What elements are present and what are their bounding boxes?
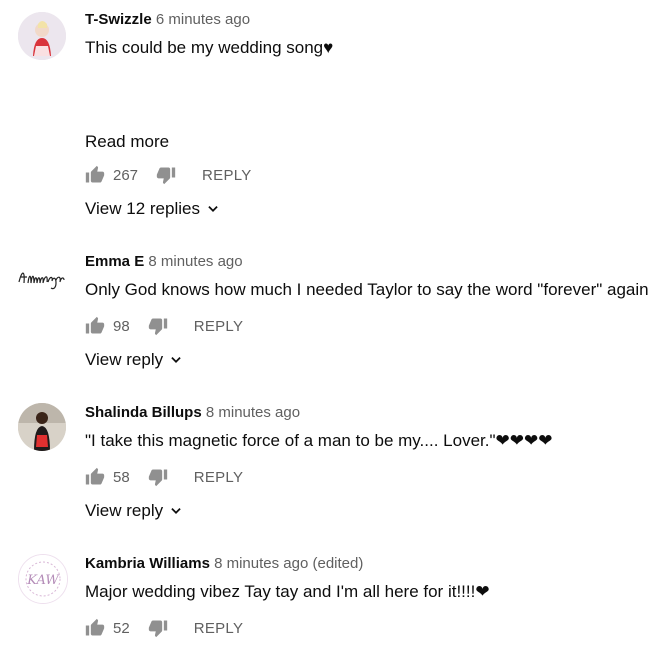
view-reply-button[interactable]: View reply bbox=[85, 501, 183, 521]
thumbs-down-icon[interactable] bbox=[148, 467, 168, 487]
thumbs-down-icon[interactable] bbox=[148, 618, 168, 638]
thumbs-down-icon[interactable] bbox=[148, 316, 168, 336]
chevron-down-icon bbox=[208, 206, 218, 212]
chevron-down-icon bbox=[171, 508, 181, 514]
thumbs-up-icon[interactable] bbox=[85, 467, 105, 487]
comment-text: "I take this magnetic force of a man to … bbox=[85, 431, 553, 450]
comment-header: T-Swizzle 6 minutes ago bbox=[85, 10, 650, 30]
comment-text: Major wedding vibez Tay tay and I'm all … bbox=[85, 582, 490, 601]
comment-text: This could be my wedding song♥ bbox=[85, 38, 334, 57]
like-count: 52 bbox=[113, 619, 130, 637]
view-replies-label: View 12 replies bbox=[85, 199, 200, 218]
reply-button[interactable]: REPLY bbox=[202, 167, 252, 184]
view-reply-button[interactable]: View reply bbox=[85, 350, 183, 370]
comment-time[interactable]: 6 minutes ago bbox=[156, 11, 250, 28]
comment-time[interactable]: 8 minutes ago bbox=[206, 404, 300, 421]
comment-item: Shalinda Billups 8 minutes ago "I take t… bbox=[0, 391, 660, 541]
view-replies-label: View reply bbox=[85, 350, 164, 369]
comment-header: Kambria Williams 8 minutes ago (edited) bbox=[85, 554, 650, 574]
author-name[interactable]: Emma E bbox=[85, 253, 144, 270]
thumbs-up-icon[interactable] bbox=[85, 165, 105, 185]
reply-button[interactable]: REPLY bbox=[194, 620, 244, 637]
like-count: 58 bbox=[113, 468, 130, 486]
comment-actions: 98 REPLY bbox=[85, 314, 243, 338]
comment-actions: 52 REPLY bbox=[85, 616, 243, 640]
avatar[interactable] bbox=[18, 250, 66, 298]
comment-item: Emma E 8 minutes ago Only God knows how … bbox=[0, 240, 660, 390]
reply-button[interactable]: REPLY bbox=[194, 469, 244, 486]
chevron-down-icon bbox=[171, 357, 181, 363]
comment-actions: 58 REPLY bbox=[85, 465, 243, 489]
comment-item: KAW Kambria Williams 8 minutes ago (edit… bbox=[0, 542, 660, 653]
view-replies-button[interactable]: View 12 replies bbox=[85, 199, 220, 219]
comment-time[interactable]: 8 minutes ago (edited) bbox=[214, 555, 363, 572]
author-name[interactable]: T-Swizzle bbox=[85, 11, 152, 28]
thumbs-up-icon[interactable] bbox=[85, 316, 105, 336]
thumbs-up-icon[interactable] bbox=[85, 618, 105, 638]
like-count: 98 bbox=[113, 317, 130, 335]
comment-text: Only God knows how much I needed Taylor … bbox=[85, 280, 649, 299]
thumbs-down-icon[interactable] bbox=[156, 165, 176, 185]
comment-time[interactable]: 8 minutes ago bbox=[148, 253, 242, 270]
comment-actions: 267 REPLY bbox=[85, 163, 252, 187]
reply-button[interactable]: REPLY bbox=[194, 318, 244, 335]
view-replies-label: View reply bbox=[85, 501, 164, 520]
avatar[interactable]: KAW bbox=[18, 554, 68, 604]
avatar-monogram: KAW bbox=[26, 573, 60, 588]
read-more-link[interactable]: Read more bbox=[85, 132, 169, 152]
like-count: 267 bbox=[113, 166, 139, 184]
avatar[interactable] bbox=[18, 12, 66, 60]
avatar[interactable] bbox=[18, 403, 66, 451]
comment-item: T-Swizzle 6 minutes ago This could be my… bbox=[0, 0, 660, 240]
comment-header: Emma E 8 minutes ago bbox=[85, 252, 650, 272]
comment-header: Shalinda Billups 8 minutes ago bbox=[85, 403, 650, 423]
author-name[interactable]: Shalinda Billups bbox=[85, 404, 202, 421]
author-name[interactable]: Kambria Williams bbox=[85, 555, 210, 572]
